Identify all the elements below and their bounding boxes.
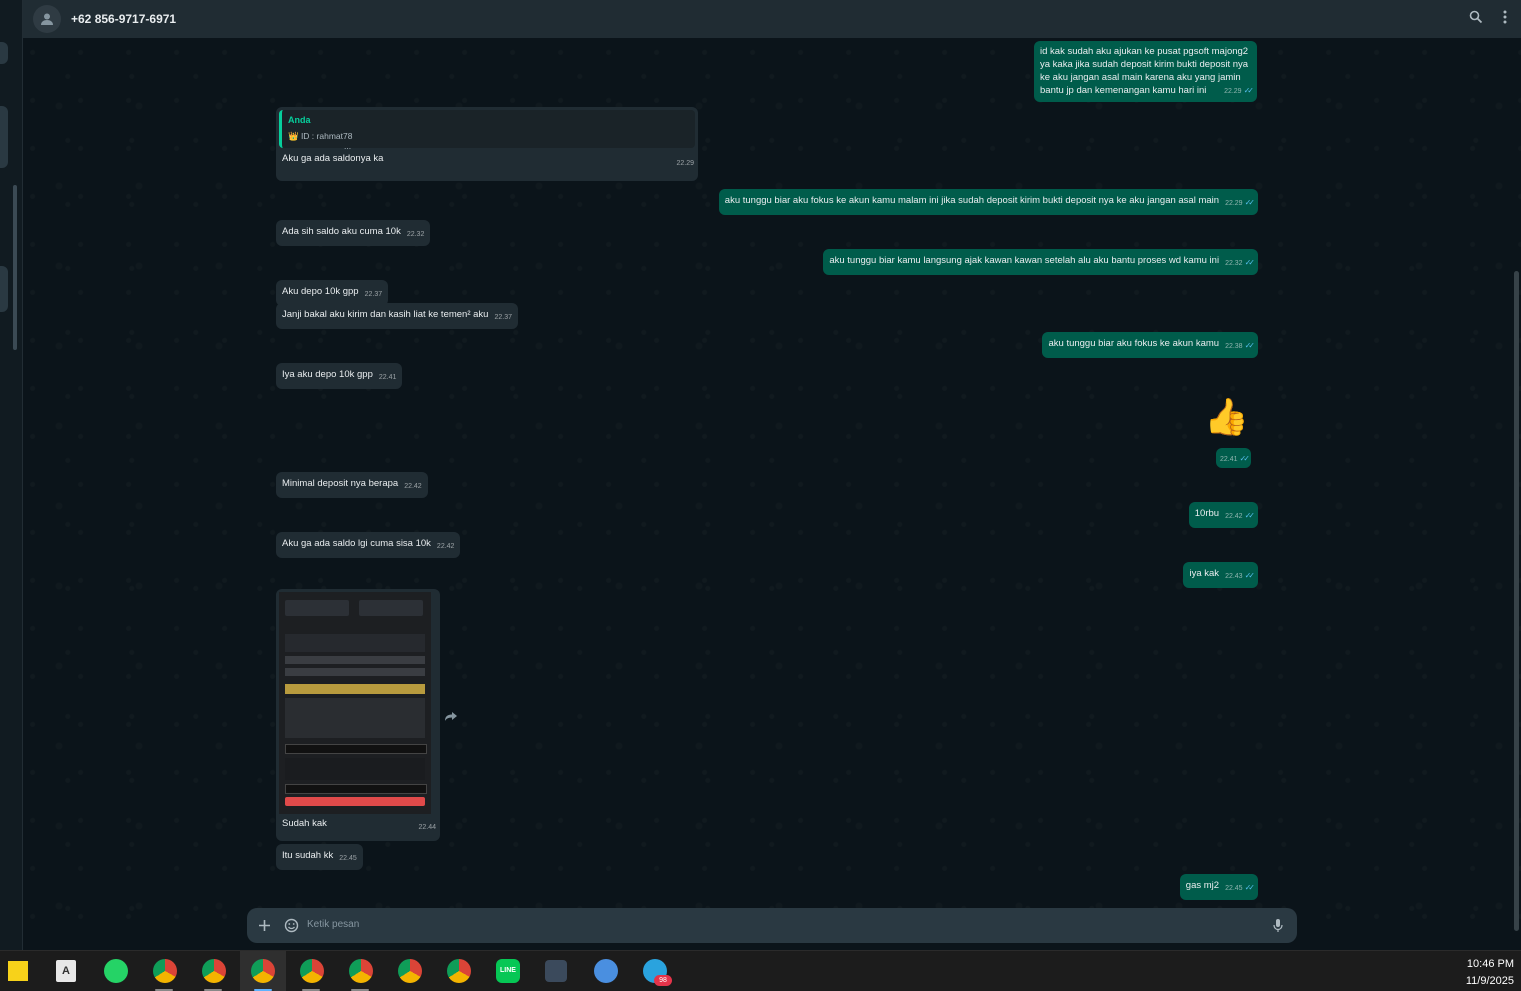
whatsapp-icon[interactable] [104, 959, 128, 983]
outgoing-message[interactable]: 10rbu 22.42 ✓✓ [1188, 502, 1258, 528]
message-time: 22.42 [404, 483, 422, 490]
message-text: aku tunggu biar aku fokus ke akun kamu [1048, 338, 1220, 349]
chrome-icon[interactable] [398, 959, 422, 983]
bird-app-icon[interactable] [594, 959, 618, 983]
chat-scrollbar[interactable] [1514, 271, 1519, 931]
message-text: aku tunggu biar aku fokus ke akun kamu m… [724, 195, 1220, 206]
incoming-message[interactable]: Aku ga ada saldo lgi cuma sisa 10k 22.42 [276, 532, 461, 558]
message-time: 22.38 [1225, 343, 1243, 350]
app-icon[interactable] [545, 960, 567, 982]
message-time: 22.43 [1225, 573, 1243, 580]
chat-header: +62 856-9717-6971 [23, 0, 1521, 38]
message-text: id kak sudah aku ajukan ke pusat pgsoft … [1040, 46, 1249, 96]
message-time: 22.32 [406, 231, 425, 238]
message-text: Iya aku depo 10k gpp [282, 369, 373, 380]
thumbs-up-emoji[interactable]: 👍 [1204, 396, 1249, 438]
message-text: Itu sudah kk [282, 850, 334, 861]
message-time: 22.42 [1225, 513, 1243, 520]
message-time: 22.29 [676, 160, 694, 167]
microphone-icon[interactable] [1273, 918, 1283, 933]
outgoing-message[interactable]: aku tunggu biar aku fokus ke akun kamu 22… [1042, 332, 1258, 358]
image-caption: Sudah kak [282, 818, 327, 829]
chrome-icon[interactable] [153, 959, 177, 983]
left-rail [0, 0, 23, 950]
message-text: Aku ga ada saldonya ka [282, 153, 384, 164]
message-time: 22.45 [339, 855, 357, 862]
message-time: 22.29 [1225, 200, 1243, 207]
message-time: 22.41 [1220, 456, 1238, 463]
forward-icon[interactable] [444, 710, 458, 722]
message-text: aku tunggu biar kamu langsung ajak kawan… [829, 255, 1220, 266]
message-time: 22.44 [418, 824, 436, 831]
clock-date: 11/9/2025 [1465, 975, 1514, 987]
sticky-notes-icon[interactable] [8, 961, 28, 981]
message-time: 22.29 [1224, 88, 1242, 95]
outgoing-message[interactable]: aku tunggu biar aku fokus ke akun kamu m… [718, 189, 1258, 215]
incoming-message[interactable]: Minimal deposit nya berapa 22.42 [276, 472, 428, 498]
rail-tab[interactable] [0, 106, 8, 168]
notification-badge: 98 [654, 975, 672, 986]
message-time: 22.37 [364, 291, 383, 298]
incoming-message[interactable]: Iya aku depo 10k gpp 22.41 [276, 363, 403, 389]
incoming-message[interactable]: Ada sih saldo aku cuma 10k 22.32 [276, 220, 431, 246]
system-clock[interactable]: 10:46 PM 11/9/2025 [1466, 956, 1514, 990]
rail-tab[interactable] [0, 42, 8, 64]
sticker-icon[interactable] [284, 918, 299, 933]
incoming-message[interactable]: Anda 👑 ID : rahmat78 ... Aku ga ada sald… [276, 107, 698, 181]
read-ticks-icon: ✓✓ [1243, 86, 1255, 95]
read-ticks-icon: ✓✓ [1239, 454, 1251, 463]
message-text: 10rbu [1194, 508, 1220, 519]
read-ticks-icon: ✓✓ [1244, 511, 1256, 520]
message-time: 22.42 [436, 543, 455, 550]
rail-scrollbar[interactable] [13, 185, 17, 350]
image-message[interactable]: Sudah kak 22.44 [276, 589, 440, 841]
chrome-icon[interactable] [202, 959, 226, 983]
read-ticks-icon: ✓✓ [1244, 571, 1256, 580]
notepad-icon[interactable]: A [56, 960, 76, 982]
outgoing-message[interactable]: gas mj2 22.45 ✓✓ [1179, 874, 1258, 900]
read-ticks-icon: ✓✓ [1244, 258, 1256, 267]
menu-dots-icon[interactable] [1503, 10, 1507, 24]
emoji-timestamp: 22.41 ✓✓ [1216, 448, 1251, 468]
read-ticks-icon: ✓✓ [1244, 198, 1256, 207]
chat-area: id kak sudah aku ajukan ke pusat pgsoft … [23, 38, 1521, 950]
message-text: Aku ga ada saldo lgi cuma sisa 10k [282, 538, 431, 549]
message-text: Minimal deposit nya berapa [282, 478, 399, 489]
read-ticks-icon: ✓✓ [1244, 341, 1256, 350]
rail-tab[interactable] [0, 266, 8, 312]
outgoing-message[interactable]: iya kak 22.43 ✓✓ [1183, 562, 1258, 588]
search-icon[interactable] [1469, 10, 1483, 24]
reply-author: Anda [288, 115, 311, 125]
chrome-icon[interactable] [349, 959, 373, 983]
read-ticks-icon: ✓✓ [1244, 883, 1256, 892]
outgoing-message[interactable]: id kak sudah aku ajukan ke pusat pgsoft … [1034, 41, 1257, 102]
message-text: gas mj2 [1185, 880, 1220, 891]
message-composer: Ketik pesan [247, 908, 1297, 943]
plus-icon[interactable] [258, 919, 271, 932]
line-app-icon[interactable]: LINE [496, 959, 520, 983]
taskbar: A LINE 98 10:46 PM 11/9/2025 [0, 950, 1521, 991]
message-time: 22.32 [1225, 260, 1243, 267]
chrome-icon[interactable] [300, 959, 324, 983]
message-text: Aku depo 10k gpp [282, 286, 359, 297]
message-time: 22.45 [1225, 885, 1243, 892]
message-text: iya kak [1189, 568, 1220, 579]
person-icon [41, 13, 53, 25]
incoming-message[interactable]: Itu sudah kk 22.45 [276, 844, 363, 870]
outgoing-message[interactable]: aku tunggu biar kamu langsung ajak kawan… [823, 249, 1258, 275]
message-text: Janji bakal aku kirim dan kasih liat ke … [282, 309, 489, 320]
message-input[interactable]: Ketik pesan [307, 919, 359, 930]
incoming-message[interactable]: Janji bakal aku kirim dan kasih liat ke … [276, 303, 518, 329]
message-text: Ada sih saldo aku cuma 10k [282, 226, 401, 237]
contact-name[interactable]: +62 856-9717-6971 [71, 12, 176, 26]
message-time: 22.37 [494, 314, 512, 321]
clock-time: 10:46 PM [1466, 958, 1514, 970]
quoted-reply[interactable]: Anda 👑 ID : rahmat78 ... [279, 110, 695, 151]
message-time: 22.41 [378, 374, 397, 381]
chrome-icon[interactable] [251, 959, 275, 983]
chrome-icon[interactable] [447, 959, 471, 983]
screenshot-image[interactable] [279, 592, 431, 814]
avatar[interactable] [33, 5, 61, 33]
